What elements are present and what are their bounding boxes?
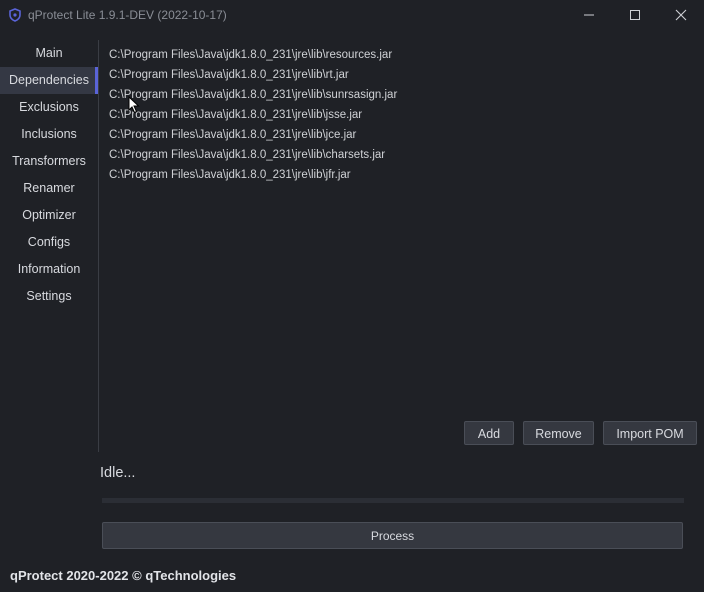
sidebar-item-inclusions[interactable]: Inclusions (0, 121, 98, 148)
window-title: qProtect Lite 1.9.1-DEV (2022-10-17) (28, 8, 227, 22)
list-item[interactable]: C:\Program Files\Java\jdk1.8.0_231\jre\l… (109, 45, 689, 65)
list-item[interactable]: C:\Program Files\Java\jdk1.8.0_231\jre\l… (109, 85, 689, 105)
shield-icon (8, 8, 22, 22)
list-item[interactable]: C:\Program Files\Java\jdk1.8.0_231\jre\l… (109, 145, 689, 165)
maximize-button[interactable] (612, 0, 658, 30)
progress-bar (102, 498, 684, 503)
add-button[interactable]: Add (464, 421, 514, 445)
close-button[interactable] (658, 0, 704, 30)
remove-button[interactable]: Remove (523, 421, 594, 445)
list-item[interactable]: C:\Program Files\Java\jdk1.8.0_231\jre\l… (109, 105, 689, 125)
close-icon (675, 9, 687, 21)
sidebar-item-transformers[interactable]: Transformers (0, 148, 98, 175)
list-item[interactable]: C:\Program Files\Java\jdk1.8.0_231\jre\l… (109, 165, 689, 185)
sidebar-item-exclusions[interactable]: Exclusions (0, 94, 98, 121)
sidebar-item-renamer[interactable]: Renamer (0, 175, 98, 202)
sidebar-item-optimizer[interactable]: Optimizer (0, 202, 98, 229)
sidebar-item-dependencies[interactable]: Dependencies (0, 67, 98, 94)
list-item[interactable]: C:\Program Files\Java\jdk1.8.0_231\jre\l… (109, 65, 689, 85)
title-bar: qProtect Lite 1.9.1-DEV (2022-10-17) (0, 0, 704, 30)
sidebar-item-information[interactable]: Information (0, 256, 98, 283)
sidebar-divider (98, 40, 99, 452)
sidebar-item-settings[interactable]: Settings (0, 283, 98, 310)
sidebar-item-configs[interactable]: Configs (0, 229, 98, 256)
sidebar: Main Dependencies Exclusions Inclusions … (0, 40, 98, 310)
status-text: Idle... (100, 465, 136, 481)
mouse-cursor-icon (128, 96, 140, 114)
minimize-button[interactable] (566, 0, 612, 30)
import-pom-button[interactable]: Import POM (603, 421, 697, 445)
sidebar-item-main[interactable]: Main (0, 40, 98, 67)
dependency-list: C:\Program Files\Java\jdk1.8.0_231\jre\l… (109, 45, 689, 185)
process-button[interactable]: Process (102, 522, 683, 549)
list-item[interactable]: C:\Program Files\Java\jdk1.8.0_231\jre\l… (109, 125, 689, 145)
footer-copyright: qProtect 2020-2022 © qTechnologies (10, 568, 237, 583)
minimize-icon (584, 14, 594, 16)
maximize-icon (630, 10, 640, 20)
